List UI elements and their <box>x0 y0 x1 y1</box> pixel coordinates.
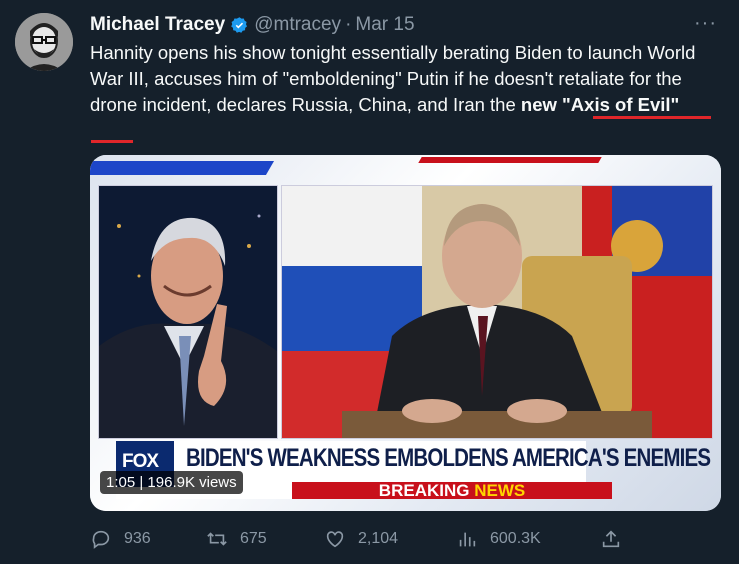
putin-video-panel <box>281 185 713 439</box>
author-handle[interactable]: @mtracey <box>254 14 341 36</box>
views-button[interactable]: 600.3K <box>456 528 541 550</box>
tweet-date[interactable]: Mar 15 <box>355 14 414 36</box>
tweet-text: Hannity opens his show tonight essential… <box>90 40 730 118</box>
breaking-news-bar: BREAKING NEWS <box>292 482 612 499</box>
reply-button[interactable]: 936 <box>90 528 151 550</box>
retweet-count: 675 <box>240 530 267 547</box>
putin-image <box>282 186 712 438</box>
hannity-video-panel <box>98 185 278 439</box>
verified-badge-icon[interactable] <box>230 16 249 35</box>
hannity-image <box>99 186 277 438</box>
video-time-views: 1:05 | 196.9K views <box>100 471 243 494</box>
retweet-button[interactable]: 675 <box>206 528 267 550</box>
like-button[interactable]: 2,104 <box>324 528 398 550</box>
reply-icon <box>92 530 110 549</box>
banner-headline: BIDEN'S WEAKNESS EMBOLDENS AMERICA'S ENE… <box>186 444 711 472</box>
tweet-text-highlight: new "Axis of Evil" <box>520 94 680 115</box>
reply-count: 936 <box>124 530 151 547</box>
share-button[interactable] <box>600 528 634 550</box>
heart-icon <box>326 531 344 548</box>
breaking-label: BREAKING <box>378 481 470 500</box>
tweet-header: Michael Tracey @mtracey · Mar 15 <box>90 13 415 37</box>
tweet-actions: 936 675 2,104 600.3K <box>90 528 720 552</box>
more-options-icon[interactable]: ··· <box>694 12 717 35</box>
author-name[interactable]: Michael Tracey <box>90 14 225 36</box>
like-count: 2,104 <box>358 530 399 547</box>
separator-dot: · <box>345 14 352 35</box>
video-player[interactable]: FOX BIDEN'S WEAKNESS EMBOLDENS AMERICA'S… <box>90 155 721 511</box>
news-label: NEWS <box>474 481 526 500</box>
red-underline <box>91 140 133 143</box>
graphic-streak <box>90 161 275 175</box>
graphic-streak <box>418 157 602 163</box>
avatar-illustration <box>15 13 73 71</box>
red-underline <box>593 116 711 119</box>
fox-logo-text: FOX <box>122 451 159 472</box>
avatar[interactable] <box>15 13 73 71</box>
share-icon <box>602 530 620 548</box>
analytics-icon <box>459 532 476 547</box>
views-count: 600.3K <box>490 530 541 547</box>
retweet-icon <box>207 532 227 546</box>
